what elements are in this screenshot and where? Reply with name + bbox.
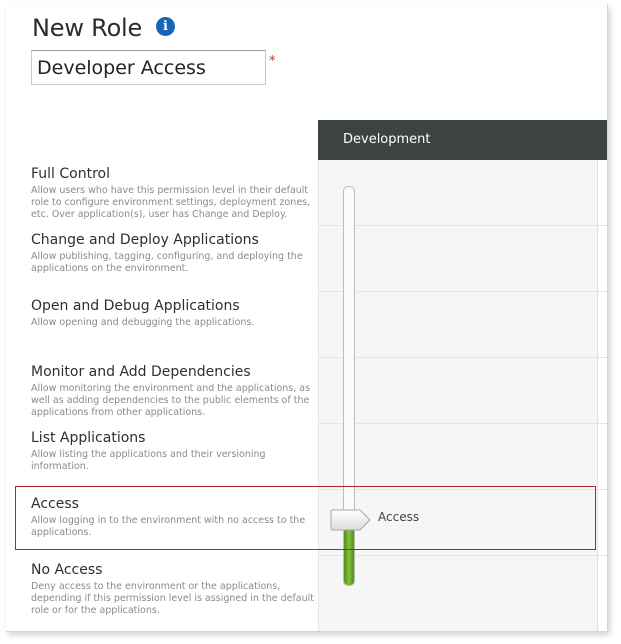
info-icon[interactable]: i [156,17,175,36]
permission-open-and-debug: Open and Debug Applications Allow openin… [31,298,316,329]
page-title: New Role [32,14,143,42]
permission-no-access: No Access Deny access to the environment… [31,562,316,617]
permission-description: Allow opening and debugging the applicat… [31,317,255,328]
permission-slider-handle[interactable] [330,508,372,532]
permission-change-and-deploy: Change and Deploy Applications Allow pub… [31,232,316,275]
permission-title: No Access [31,562,103,578]
permission-description: Allow monitoring the environment and the… [31,383,311,418]
permission-title: List Applications [31,430,146,446]
environment-name: Development [343,132,431,147]
row-divider [318,423,607,424]
permission-description: Allow users who have this permission lev… [31,185,311,220]
permission-title: Monitor and Add Dependencies [31,364,251,380]
row-divider [318,357,607,358]
permission-list-applications: List Applications Allow listing the appl… [31,430,316,473]
required-indicator: * [269,54,276,69]
environment-column-body [318,160,598,631]
row-divider [318,291,607,292]
new-role-panel: New Role i * Development Full Control Al… [6,4,608,632]
column-edge [598,160,607,631]
permission-full-control: Full Control Allow users who have this p… [31,166,316,221]
permission-access: Access Allow logging in to the environme… [31,496,316,539]
permission-title: Change and Deploy Applications [31,232,259,248]
permission-monitor-and-add-dependencies: Monitor and Add Dependencies Allow monit… [31,364,316,419]
permission-description: Allow listing the applications and their… [31,449,266,472]
role-name-input[interactable] [31,50,266,85]
permission-title: Access [31,496,79,512]
permission-description: Deny access to the environment or the ap… [31,581,315,616]
permission-description: Allow publishing, tagging, configuring, … [31,251,303,274]
row-divider [318,489,607,490]
permission-slider-fill [344,529,354,585]
environment-column-header: Development [318,120,607,160]
row-divider [318,225,607,226]
permission-title: Full Control [31,166,110,182]
row-divider [318,555,607,556]
permission-description: Allow logging in to the environment with… [31,515,306,538]
permission-title: Open and Debug Applications [31,298,240,314]
slider-selected-label: Access [378,510,420,524]
